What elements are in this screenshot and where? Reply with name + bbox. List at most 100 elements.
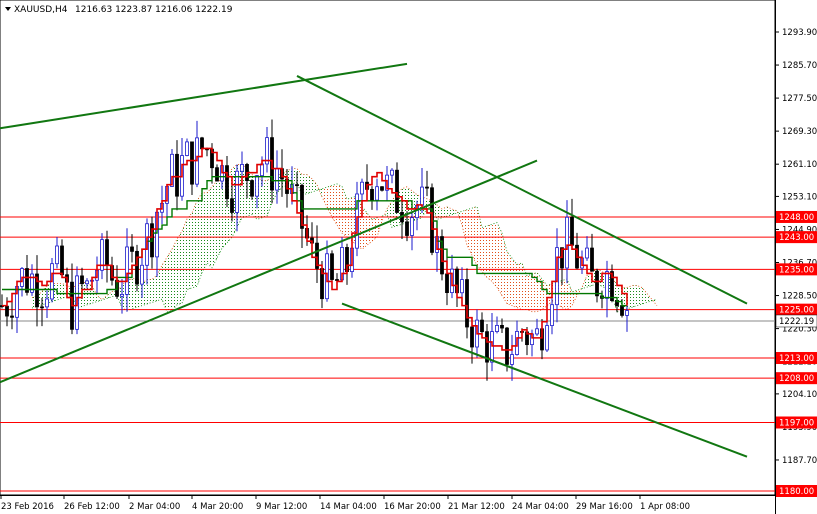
candle-body	[190, 141, 194, 185]
time-tick-label: 29 Mar 16:00	[576, 502, 633, 512]
cloud-segment	[467, 208, 472, 256]
cloud-segment	[202, 192, 207, 273]
candle-body	[565, 216, 569, 269]
candle-body	[200, 137, 204, 150]
candle-body	[585, 247, 589, 259]
chevron-down-icon[interactable]	[5, 7, 11, 11]
cloud-segment	[502, 233, 507, 304]
candle-body	[230, 198, 234, 213]
candle-body	[605, 271, 609, 299]
candle-body	[60, 245, 64, 276]
cloud-segment	[512, 258, 517, 308]
trendline[interactable]	[341, 302, 748, 458]
candle-body	[390, 169, 394, 176]
time-tick-label: 24 Mar 04:00	[512, 502, 569, 512]
candle-body	[275, 168, 279, 191]
candle-body	[360, 181, 364, 195]
candle-body	[45, 298, 49, 308]
price-axis: 1293.90 1285.70 1277.50 1269.30 1261.10 1253.…	[775, 28, 817, 466]
candle-body	[240, 164, 244, 172]
candle-body	[550, 304, 554, 326]
plot-frame	[0, 0, 776, 496]
time-tick-label: 21 Mar 12:00	[448, 502, 505, 512]
cloud-segment	[382, 208, 387, 221]
cloud-segment	[517, 262, 522, 310]
cloud-segment	[387, 200, 392, 228]
candle-body	[500, 324, 504, 329]
candle-body	[255, 175, 259, 197]
candle-body	[445, 273, 449, 294]
candle-body	[465, 279, 469, 328]
cloud-segment	[312, 178, 317, 192]
cloud-segment	[532, 272, 537, 312]
cloud-segment	[527, 274, 532, 312]
level-labels: 1248.00 1243.00 1235.00 1225.00 1213.00 1208.…	[775, 210, 817, 497]
time-tick-label: 2 Mar 04:00	[129, 502, 180, 512]
cloud-segment	[327, 185, 332, 217]
price-chart[interactable]: 1293.90 1285.70 1277.50 1269.30 1261.10 1253.…	[0, 0, 817, 514]
candle-body	[460, 279, 464, 294]
candle-body	[330, 253, 334, 280]
candle-body	[420, 186, 424, 206]
candle-body	[80, 275, 84, 285]
cloud-segment	[492, 222, 497, 288]
candle-body	[215, 167, 219, 182]
cloud-segment	[187, 212, 192, 290]
time-tick-label: 23 Feb 2016	[1, 502, 54, 512]
chart-header: XAUUSD,H4 1216.63 1223.87 1216.06 1222.1…	[5, 5, 233, 15]
cloud-segment	[152, 275, 157, 303]
price-tick-label: 1293.90	[782, 28, 817, 38]
price-tick-label: 1285.70	[782, 61, 817, 71]
time-tick-label: 9 Mar 12:00	[256, 502, 307, 512]
trendline[interactable]	[0, 62, 408, 130]
candle-body	[620, 305, 624, 316]
cloud-segment	[57, 283, 62, 300]
candle-body	[380, 186, 384, 191]
level-price-label: 1225.00	[779, 306, 814, 316]
candle-body	[490, 331, 494, 363]
price-tick-label: 1187.70	[782, 456, 817, 466]
candle-body	[425, 186, 429, 189]
tenkan-sen-line	[2, 147, 628, 351]
cloud-segment	[217, 180, 222, 259]
level-price-label: 1248.00	[779, 213, 814, 223]
candle-body	[105, 239, 109, 266]
candle-body	[185, 141, 189, 156]
price-tick-label: 1204.10	[782, 390, 817, 400]
cloud-segment	[572, 290, 577, 306]
candle-body	[175, 153, 179, 197]
cloud-segment	[637, 285, 642, 306]
cloud-segment	[332, 183, 337, 226]
cloud-segment	[162, 257, 167, 313]
cloud-segment	[192, 200, 197, 288]
cloud-segment	[167, 249, 172, 313]
candle-body	[40, 306, 44, 309]
cloud-segment	[452, 208, 457, 215]
candle-body	[5, 305, 9, 317]
candle-body	[570, 216, 574, 246]
cloud-segment	[207, 186, 212, 268]
cloud-segment	[632, 285, 637, 308]
price-tick-label: 1253.10	[782, 192, 817, 202]
cloud-segment	[462, 209, 467, 246]
level-price-label: 1235.00	[779, 265, 814, 275]
cloud-segment	[562, 279, 567, 310]
candle-body	[375, 186, 379, 201]
time-tick-label: 1 Apr 08:00	[640, 502, 690, 512]
candle-body	[260, 163, 264, 177]
time-tick-label: 14 Mar 04:00	[320, 502, 377, 512]
level-price-label: 1180.00	[779, 487, 814, 497]
level-price-label: 1243.00	[779, 233, 814, 243]
time-tick-label: 26 Feb 12:00	[64, 502, 120, 512]
current-price-label: 1222.19	[779, 317, 814, 327]
chart-window[interactable]: 1293.90 1285.70 1277.50 1269.30 1261.10 1253.…	[0, 0, 817, 514]
candle-body	[395, 169, 399, 213]
candle-body	[10, 315, 14, 318]
candle-body	[595, 270, 599, 297]
cloud-segment	[642, 287, 647, 305]
cloud-segment	[372, 217, 377, 242]
candle-body	[625, 310, 629, 316]
cloud-segment	[212, 180, 217, 268]
level-price-label: 1197.00	[779, 418, 814, 428]
ohlc-values: 1216.63 1223.87 1216.06 1222.19	[75, 5, 233, 15]
